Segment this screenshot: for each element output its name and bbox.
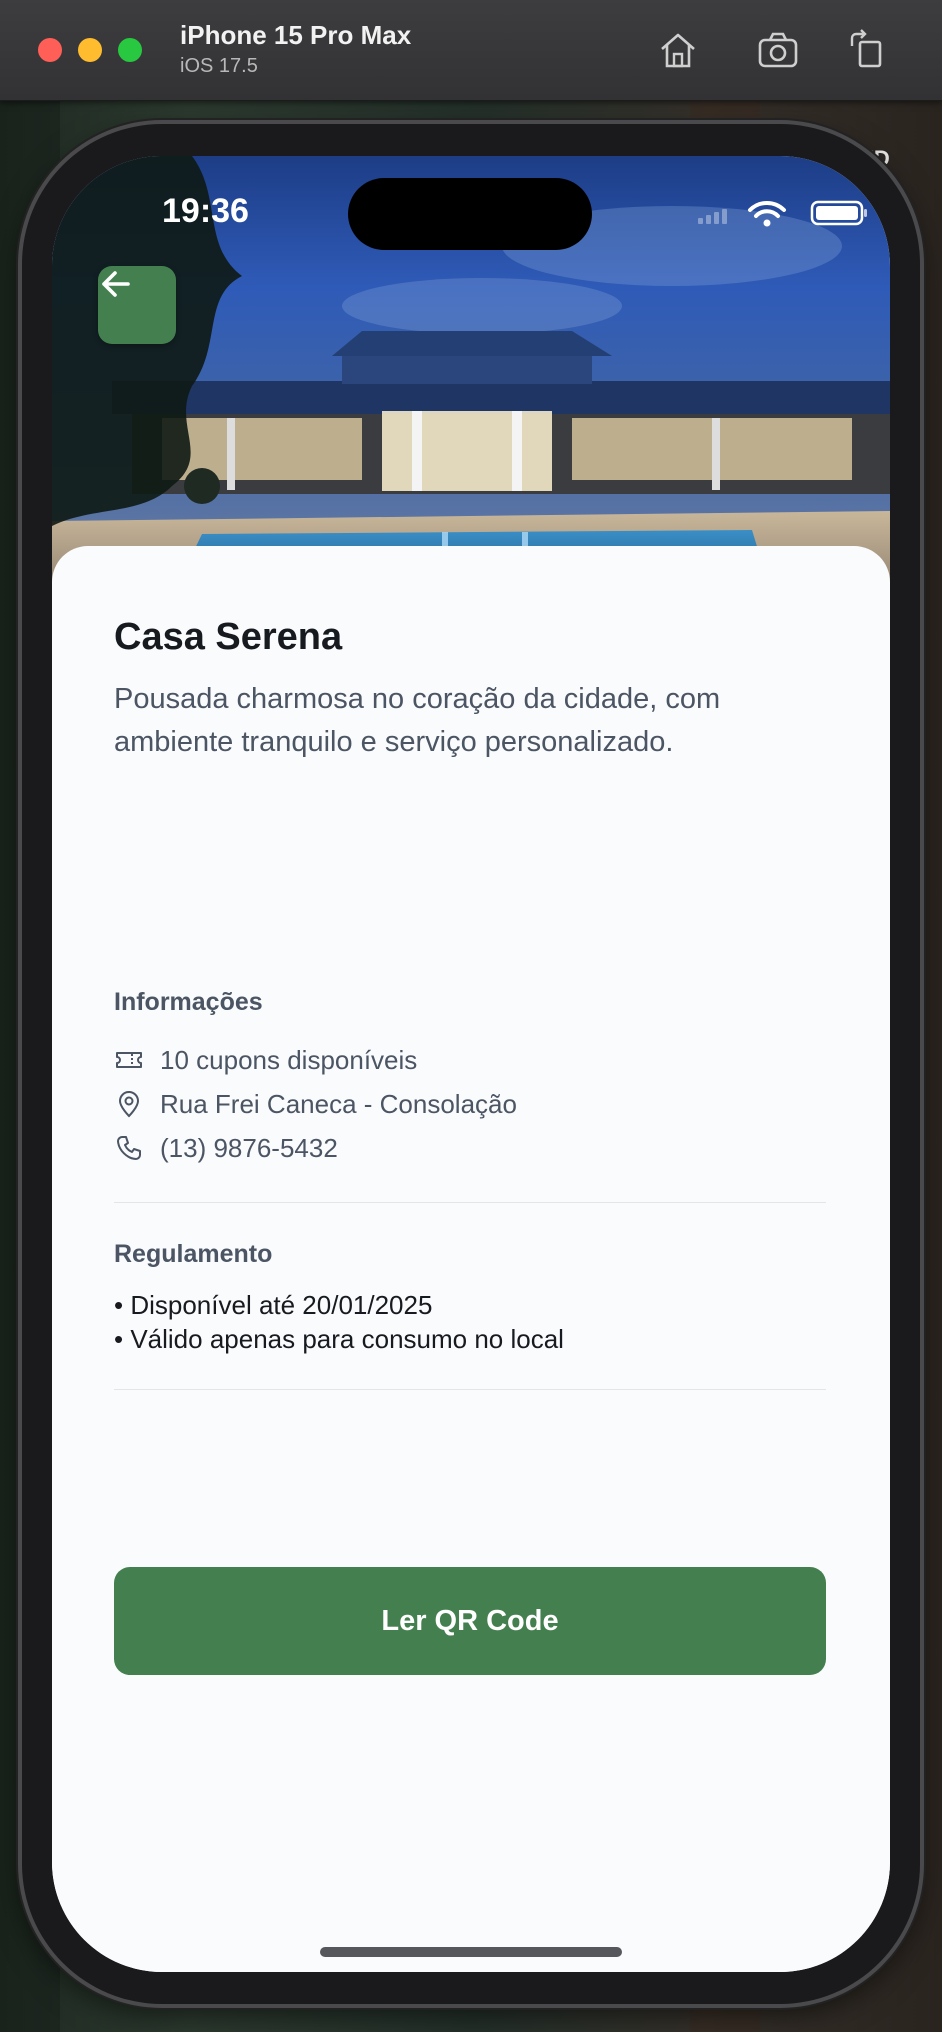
app-screen: 19:36 Casa Serena Pousada charmosa no co… <box>52 156 890 1972</box>
address-text: Rua Frei Caneca - Consolação <box>160 1088 517 1119</box>
divider <box>114 1389 826 1390</box>
back-button[interactable] <box>98 266 176 344</box>
info-section-title: Informações <box>114 988 263 1016</box>
rotate-icon[interactable] <box>846 28 890 72</box>
dynamic-island <box>348 178 592 250</box>
device-name: iPhone 15 Pro Max <box>180 20 412 50</box>
divider <box>114 1202 826 1203</box>
home-indicator <box>320 1947 622 1957</box>
status-time: 19:36 <box>162 192 249 230</box>
details-card: Casa Serena Pousada charmosa no coração … <box>52 546 890 1972</box>
cellular-icon <box>698 209 727 224</box>
battery-icon <box>810 200 867 226</box>
minimize-window-button[interactable] <box>78 38 102 62</box>
hotel-hero-image: 19:36 <box>52 156 890 596</box>
read-qr-code-button[interactable]: Ler QR Code <box>114 1567 826 1675</box>
phone-row[interactable]: (13) 9876-5432 <box>114 1128 338 1168</box>
ticket-icon <box>114 1045 144 1075</box>
home-icon[interactable] <box>656 28 700 72</box>
phone-text[interactable]: (13) 9876-5432 <box>160 1133 338 1164</box>
map-pin-icon <box>114 1089 144 1119</box>
place-description: Pousada charmosa no coração da cidade, c… <box>114 683 721 758</box>
rule-item: • Disponível até 20/01/2025 <box>114 1290 433 1320</box>
rules-section-title: Regulamento <box>114 1240 273 1268</box>
close-window-button[interactable] <box>38 38 62 62</box>
place-name: Casa Serena <box>114 616 343 658</box>
zoom-window-button[interactable] <box>118 38 142 62</box>
address-row: Rua Frei Caneca - Consolação <box>114 1084 517 1124</box>
coupons-text: 10 cupons disponíveis <box>160 1044 418 1075</box>
coupons-row: 10 cupons disponíveis <box>114 1040 417 1080</box>
phone-icon <box>114 1133 144 1163</box>
screenshot-icon[interactable] <box>756 28 800 72</box>
wifi-icon <box>748 200 786 227</box>
rule-item: • Válido apenas para consumo no local <box>114 1324 564 1354</box>
arrow-left-icon <box>102 271 130 297</box>
simulator-title-bar: iPhone 15 Pro Max iOS 17.5 <box>0 0 942 101</box>
os-version: iOS 17.5 <box>180 55 258 77</box>
